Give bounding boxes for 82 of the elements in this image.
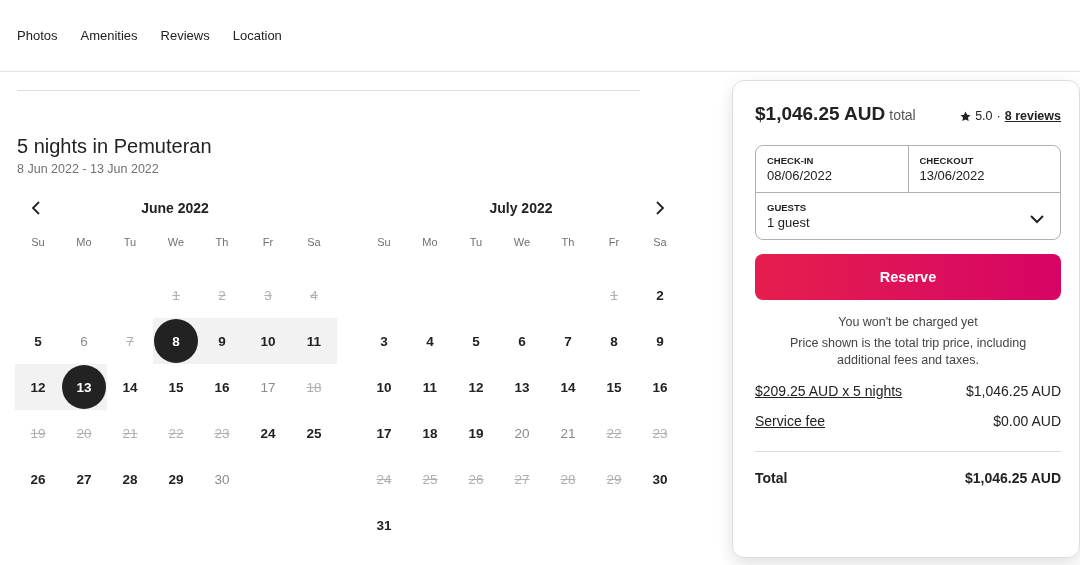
reviews-link[interactable]: 8 reviews [1004,109,1061,123]
weekday-label: We [512,235,532,250]
weekday-label: Mo [75,235,93,250]
chevron-down-icon [1030,215,1044,224]
weekday-label: Sa [652,235,668,250]
weekday-label: Fr [261,235,275,250]
calendar-day[interactable]: 16 [638,365,682,409]
weekday-label: Tu [122,235,138,250]
calendar-day[interactable]: 8 [154,319,198,363]
weekday-label: Su [376,235,392,250]
weekday-label: We [166,235,186,250]
calendar-day[interactable]: 15 [154,365,198,409]
chevron-left-icon [31,201,41,215]
fee-link[interactable]: $209.25 AUD x 5 nights [755,382,903,399]
calendar-day[interactable]: 14 [108,365,152,409]
weekday-label: Th [214,235,230,250]
nav-link[interactable]: Location [232,28,282,43]
weekday-label: Fr [607,235,621,250]
calendar-day[interactable]: 7 [546,319,590,363]
calendar-day[interactable]: 17 [362,411,406,455]
weekday-label: Th [560,235,576,250]
calendar-day[interactable]: 30 [200,457,244,501]
fee-amount: $1,046.25 AUD [966,382,1061,399]
calendar-day[interactable]: 6 [62,319,106,363]
calendar-day[interactable]: 12 [16,365,60,409]
stay-dates: 8 Jun 2022 - 13 Jun 2022 [17,162,160,176]
calendar-day[interactable]: 8 [592,319,636,363]
weekday-label: Su [30,235,46,250]
calendar-day[interactable]: 5 [16,319,60,363]
price-disclaimer: Price shown is the total trip price, including additional fees and taxes. [788,335,1028,369]
calendar-day[interactable]: 12 [454,365,498,409]
calendar-day[interactable]: 2 [638,273,682,317]
weekday-label: Sa [306,235,322,250]
separator-dot: · [996,109,1001,123]
star-icon [960,110,972,122]
calendar-day[interactable]: 5 [454,319,498,363]
weekday-label: Mo [421,235,439,250]
rating-value: 5.0 [975,109,993,123]
month-title: June 2022 [141,200,209,216]
calendar-day[interactable]: 9 [200,319,244,363]
calendar-day[interactable]: 4 [408,319,452,363]
calendar-day[interactable]: 14 [546,365,590,409]
calendar-day[interactable]: 6 [500,319,544,363]
calendar-day[interactable]: 26 [16,457,60,501]
month-title: July 2022 [489,200,553,216]
calendar-day[interactable]: 25 [292,411,336,455]
calendar-day[interactable]: 30 [638,457,682,501]
calendar-day[interactable]: 11 [292,319,336,363]
checkout-field[interactable]: CHECKOUT 13/06/2022 [907,146,1060,192]
weekday-label: Tu [468,235,484,250]
reserve-button[interactable]: Reserve [755,254,1061,300]
nav-link[interactable]: Amenities [80,28,138,43]
calendar-day[interactable]: 3 [362,319,406,363]
calendar-day[interactable]: 27 [62,457,106,501]
calendar-day[interactable]: 9 [638,319,682,363]
total-label: Total [755,469,788,486]
calendar-day[interactable]: 13 [62,365,106,409]
calendar-day[interactable]: 28 [108,457,152,501]
calendar-day[interactable]: 18 [408,411,452,455]
calendar-day[interactable]: 13 [500,365,544,409]
stay-title: 5 nights in Pemuteran [17,135,213,158]
price-suffix: total [889,107,916,123]
calendar-day[interactable]: 16 [200,365,244,409]
charge-note: You won't be charged yet [837,315,979,329]
calendar-day[interactable]: 31 [362,503,406,547]
calendar-day[interactable]: 11 [408,365,452,409]
total-amount: $1,046.25 AUD [965,469,1061,486]
calendar-day[interactable]: 29 [154,457,198,501]
calendar-day[interactable]: 24 [246,411,290,455]
calendar-day[interactable]: 10 [362,365,406,409]
fee-link[interactable]: Service fee [755,412,826,429]
chevron-right-icon [655,201,665,215]
nav-link[interactable]: Reviews [160,28,210,43]
guests-dropdown[interactable]: GUESTS 1 guest [756,193,1060,239]
calendar-day[interactable]: 10 [246,319,290,363]
nav-link[interactable]: Photos [17,28,58,43]
calendar-day[interactable]: 20 [500,411,544,455]
calendar-day[interactable]: 15 [592,365,636,409]
check-in-field[interactable]: CHECK-IN 08/06/2022 [756,146,908,192]
total-price: $1,046.25 AUD [755,103,886,124]
fee-amount: $0.00 AUD [993,412,1061,429]
calendar-day[interactable]: 19 [454,411,498,455]
